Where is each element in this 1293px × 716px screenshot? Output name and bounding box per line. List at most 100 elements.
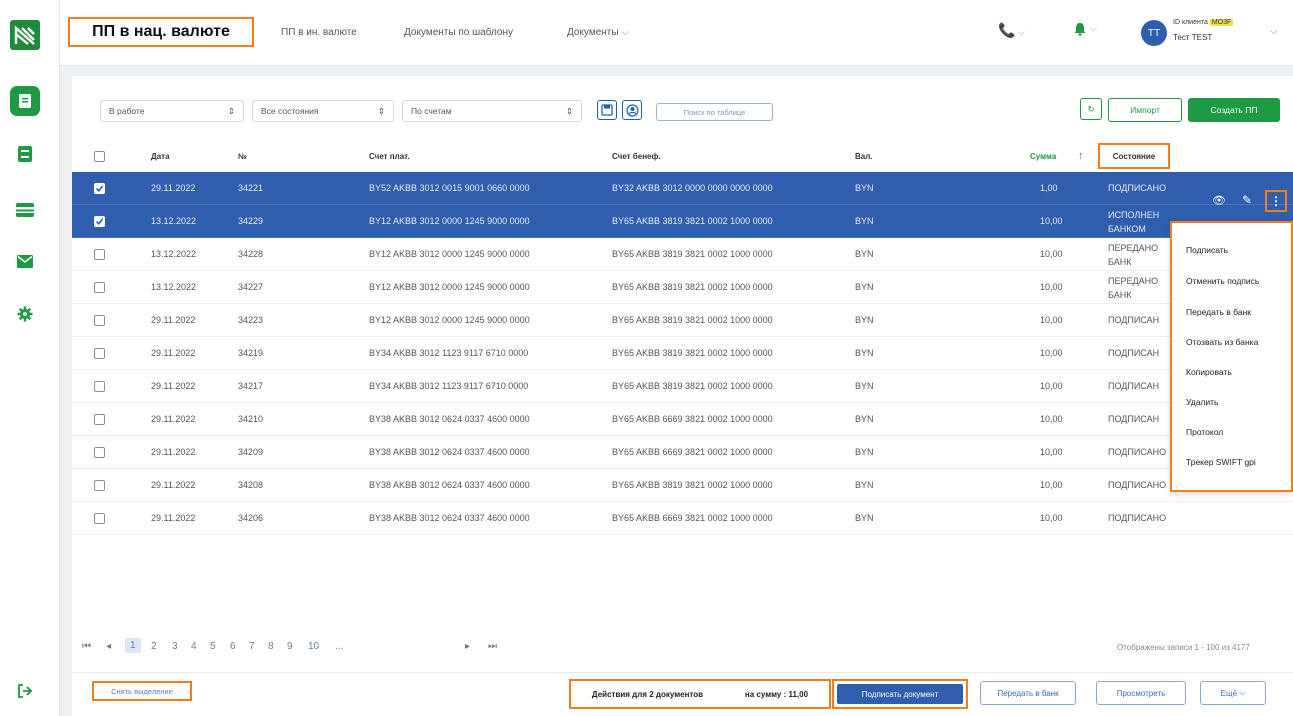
status-filter[interactable]: В работе ⇕	[100, 100, 244, 122]
bank-logo[interactable]	[10, 20, 40, 50]
page-link[interactable]: 9	[287, 641, 293, 652]
menu-item-delete[interactable]: Удалить	[1186, 397, 1218, 407]
refresh-icon[interactable]: ↻	[1080, 98, 1102, 120]
clear-selection-button[interactable]: Снять выделение	[92, 681, 192, 701]
page-link[interactable]: 7	[249, 641, 255, 652]
row-checkbox[interactable]	[94, 249, 105, 260]
page-link[interactable]: 4	[191, 641, 197, 652]
save-icon[interactable]	[597, 100, 617, 120]
row-checkbox[interactable]	[94, 315, 105, 326]
table-row[interactable]: 29.11.2022 34223 BY12 AKBB 3012 0000 1245 …	[72, 304, 1293, 337]
page-link[interactable]: 2	[151, 641, 157, 652]
menu-item-swift-tracker[interactable]: Трекер SWIFT gpi	[1186, 457, 1256, 467]
phone-icon[interactable]: 📞 ⌵	[998, 22, 1025, 39]
cell-date: 29.11.2022	[151, 183, 196, 193]
page-link[interactable]: 3	[172, 641, 178, 652]
cell-benef: BY65 AKBB 3819 3821 0002 1000 0000	[612, 348, 773, 358]
page-link[interactable]: 8	[268, 641, 274, 652]
cell-payer: BY12 AKBB 3012 0000 1245 9000 0000	[369, 282, 530, 292]
row-checkbox[interactable]	[94, 513, 105, 524]
sort-up-icon[interactable]: ↑	[1078, 150, 1084, 162]
card-icon[interactable]	[14, 199, 36, 221]
search-input[interactable]: Поиск по таблице	[656, 103, 773, 121]
page-title[interactable]: ПП в нац. валюте	[68, 17, 254, 47]
row-checkbox[interactable]	[94, 381, 105, 392]
avatar[interactable]: ТТ	[1141, 20, 1167, 46]
account-filter[interactable]: По счетам ⇕	[402, 100, 582, 122]
last-page-icon[interactable]: ⏭	[488, 641, 497, 652]
updown-icon: ⇕	[377, 105, 385, 116]
row-checkbox[interactable]	[94, 414, 105, 425]
row-checkbox[interactable]	[94, 216, 105, 227]
more-button[interactable]: Ещё ⌵	[1200, 681, 1266, 705]
cell-payer: BY38 AKBB 3012 0624 0337 4600 0000	[369, 447, 530, 457]
mail-icon[interactable]	[14, 250, 36, 272]
row-checkbox[interactable]	[94, 447, 105, 458]
first-page-icon[interactable]: ⏮	[82, 641, 91, 652]
tab-foreign-currency[interactable]: ПП в ин. валюте	[281, 27, 357, 38]
col-benef[interactable]: Счет бенеф.	[612, 152, 661, 161]
page-link[interactable]: 5	[210, 641, 216, 652]
row-checkbox[interactable]	[94, 348, 105, 359]
import-button[interactable]: Импорт	[1108, 98, 1182, 122]
col-payer[interactable]: Счет плат.	[369, 152, 410, 161]
page-link[interactable]: 10	[308, 641, 319, 652]
table-row[interactable]: 13.12.2022 34227 BY12 AKBB 3012 0000 1245 …	[72, 271, 1293, 304]
cell-date: 29.11.2022	[151, 513, 196, 523]
tab-templates[interactable]: Документы по шаблону	[404, 27, 513, 38]
col-date[interactable]: Дата	[151, 152, 170, 161]
next-page-icon[interactable]: ▸	[465, 641, 470, 652]
prev-page-icon[interactable]: ◂	[106, 641, 111, 652]
bell-icon[interactable]: ⌵	[1074, 22, 1097, 41]
eye-icon[interactable]: 👁	[1212, 194, 1226, 207]
row-checkbox[interactable]	[94, 282, 105, 293]
document-icon[interactable]	[10, 86, 40, 116]
menu-item-cancel-sign[interactable]: Отменить подпись	[1186, 276, 1259, 286]
table-row[interactable]: 13.12.2022 34229 BY12 AKBB 3012 0000 1245 …	[72, 205, 1293, 238]
pencil-icon[interactable]: ✎	[1242, 193, 1252, 207]
page-link[interactable]: ...	[335, 641, 343, 652]
menu-item-sign[interactable]: Подписать	[1186, 245, 1228, 255]
menu-item-recall[interactable]: Отозвать из банка	[1186, 337, 1258, 347]
create-payment-button[interactable]: Создать ПП	[1188, 98, 1280, 122]
more-vertical-icon[interactable]: ⋮	[1265, 190, 1287, 212]
cell-benef: BY65 AKBB 3819 3821 0002 1000 0000	[612, 282, 773, 292]
view-button[interactable]: Просмотреть	[1096, 681, 1186, 705]
table-row[interactable]: 29.11.2022 34209 BY38 AKBB 3012 0624 0337 …	[72, 436, 1293, 469]
table-row[interactable]: 29.11.2022 34217 BY34 AKBB 3012 1123 9117 …	[72, 370, 1293, 403]
state-filter[interactable]: Все состояния ⇕	[252, 100, 394, 122]
book-icon[interactable]	[14, 143, 36, 165]
page-link[interactable]: 6	[230, 641, 236, 652]
records-info: Отображены записи 1 - 100 из 4177	[1117, 643, 1250, 652]
table-row[interactable]: 29.11.2022 34208 BY38 AKBB 3012 0624 0337 …	[72, 469, 1293, 502]
cell-currency: BYN	[855, 282, 874, 292]
page-link[interactable]: 1	[125, 638, 141, 653]
col-currency[interactable]: Вал.	[855, 152, 873, 161]
user-menu-chevron-icon[interactable]: ⌵	[1270, 26, 1278, 37]
updown-icon: ⇕	[227, 105, 235, 116]
table-row[interactable]: 29.11.2022 34210 BY38 AKBB 3012 0624 0337 …	[72, 403, 1293, 436]
table-row[interactable]: 29.11.2022 34221 BY52 AKBB 3012 0015 9001 …	[72, 172, 1293, 205]
tab-documents[interactable]: Документы ⌵	[567, 27, 629, 38]
table-row[interactable]: 29.11.2022 34219 BY34 AKBB 3012 1123 9117 …	[72, 337, 1293, 370]
select-all-checkbox[interactable]	[94, 151, 105, 162]
menu-item-copy[interactable]: Копировать	[1186, 367, 1232, 377]
table-row[interactable]: 29.11.2022 34206 BY38 AKBB 3012 0624 0337 …	[72, 502, 1293, 535]
cell-num: 34223	[238, 315, 264, 325]
gear-icon[interactable]	[14, 303, 36, 325]
logout-icon[interactable]	[14, 680, 36, 702]
sign-document-button[interactable]: Подписать документ	[837, 684, 963, 704]
more-button-label: Ещё	[1220, 688, 1238, 698]
menu-item-protocol[interactable]: Протокол	[1186, 427, 1223, 437]
menu-item-send-to-bank[interactable]: Передать в банк	[1186, 307, 1251, 317]
row-checkbox[interactable]	[94, 480, 105, 491]
col-sum[interactable]: Сумма	[1030, 152, 1056, 161]
user-icon[interactable]	[622, 100, 642, 120]
send-to-bank-button[interactable]: Передать в банк	[980, 681, 1076, 705]
row-checkbox[interactable]	[94, 183, 105, 194]
col-state[interactable]: Состояние	[1098, 143, 1170, 169]
cell-state: ПОДПИСАН	[1108, 381, 1160, 391]
cell-date: 29.11.2022	[151, 315, 196, 325]
table-row[interactable]: 13.12.2022 34228 BY12 AKBB 3012 0000 1245 …	[72, 238, 1293, 271]
col-num[interactable]: №	[238, 152, 247, 161]
